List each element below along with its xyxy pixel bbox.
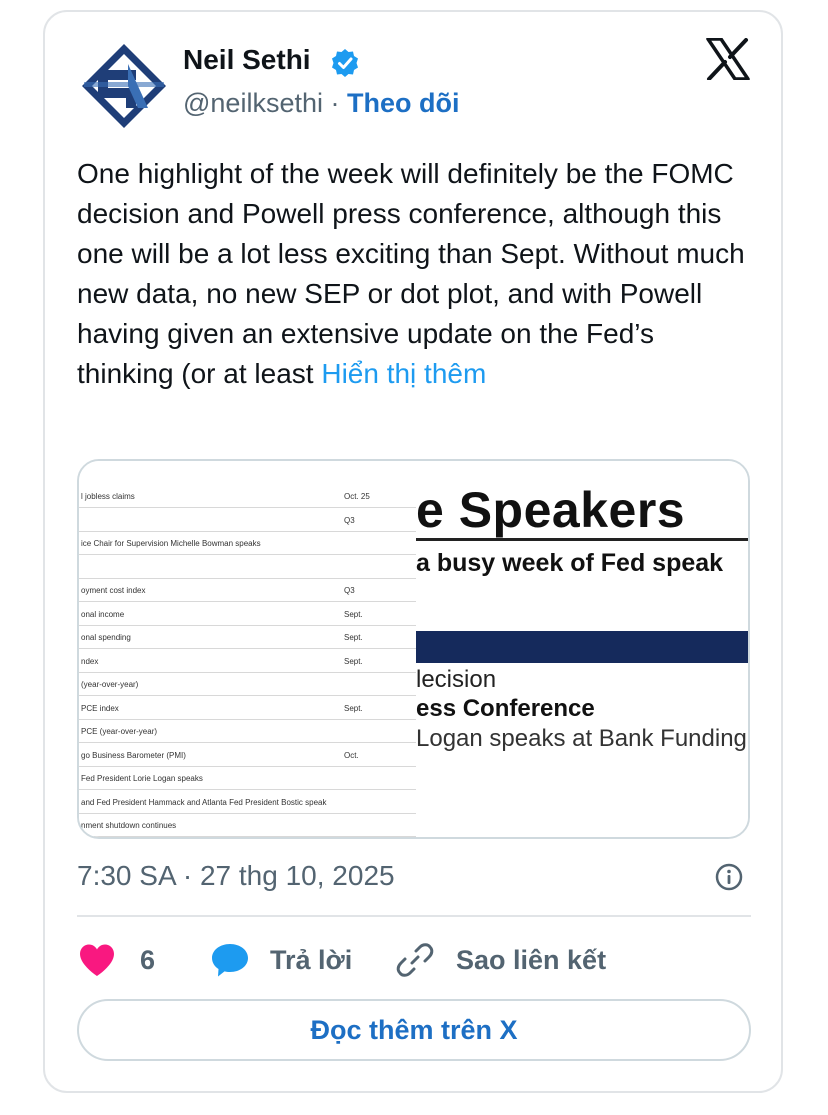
verified-badge-icon — [332, 49, 358, 77]
table-cell-period: Oct. 25 — [344, 492, 370, 501]
table-row: onal income Sept. — [79, 603, 416, 626]
info-icon[interactable] — [714, 862, 744, 892]
tweet-timestamp[interactable]: 7:30 SA · 27 thg 10, 2025 — [77, 860, 395, 892]
table-row: PCE (year-over-year) — [79, 720, 416, 743]
table-cell-event: and Fed President Hammack and Atlanta Fe… — [81, 797, 327, 807]
handle-separator: · — [330, 88, 340, 118]
event-logan-speaks: Logan speaks at Bank Funding Co — [416, 725, 748, 752]
tweet-image[interactable]: l jobless claims Oct. 25 Q3 ice Chair for S… — [77, 459, 750, 839]
table-cell-period: Q3 — [344, 586, 355, 595]
table-row: go Business Barometer (PMI) Oct. — [79, 744, 416, 767]
table-cell-event: ndex — [81, 656, 99, 666]
title-rule — [416, 538, 748, 541]
event-press-conference: ess Conference — [416, 695, 595, 722]
event-decision: lecision — [416, 666, 497, 693]
table-cell-event: onal income — [81, 609, 125, 619]
header-bar — [416, 631, 748, 663]
author-avatar[interactable] — [78, 40, 170, 132]
reply-button[interactable]: Trả lời — [210, 940, 352, 980]
calendar-table: l jobless claims Oct. 25 Q3 ice Chair for S… — [79, 461, 416, 837]
table-cell-event: PCE (year-over-year) — [81, 727, 158, 736]
x-logo-icon[interactable] — [706, 38, 750, 80]
sa-logo-icon — [82, 44, 166, 128]
table-row: l jobless claims Oct. 25 — [79, 485, 416, 508]
table-cell-period: Oct. — [344, 750, 359, 760]
author-handle[interactable]: @neilksethi — [183, 88, 323, 118]
author-name[interactable]: Neil Sethi — [183, 44, 311, 76]
show-more-link[interactable]: Hiển thị thêm — [321, 358, 486, 389]
table-cell-period: Sept. — [344, 703, 363, 713]
table-cell-period: Q3 — [344, 515, 355, 525]
copy-link-button[interactable]: Sao liên kết — [396, 940, 606, 980]
table-row: ndex Sept. — [79, 650, 416, 673]
table-cell-event: onal spending — [81, 633, 131, 642]
speakers-subtitle: a busy week of Fed speak — [416, 549, 724, 577]
like-count: 6 — [140, 944, 156, 975]
table-cell-event: (year-over-year) — [81, 680, 139, 689]
table-row — [79, 556, 416, 579]
table-row: nment shutdown continues — [79, 814, 416, 837]
table-row: and Fed President Hammack and Atlanta Fe… — [79, 791, 416, 814]
table-row: Q3 — [79, 509, 416, 532]
tweet-text: One highlight of the week will definitel… — [77, 154, 757, 394]
table-cell-event: nment shutdown continues — [81, 821, 177, 830]
speakers-panel: e Speakers a busy week of Fed speak leci… — [416, 461, 748, 837]
table-cell-period: Sept. — [344, 656, 363, 666]
table-cell-event: PCE index — [81, 703, 119, 713]
table-cell-period: Sept. — [344, 633, 363, 642]
table-cell-event: go Business Barometer (PMI) — [81, 750, 186, 760]
table-cell-period: Sept. — [344, 609, 363, 619]
table-row: oyment cost index Q3 — [79, 579, 416, 602]
table-cell-event: oyment cost index — [81, 586, 146, 595]
table-row: onal spending Sept. — [79, 626, 416, 649]
handle-row: @neilksethi · Theo dõi — [183, 88, 460, 119]
read-more-on-x-button[interactable]: Đọc thêm trên X — [77, 999, 751, 1061]
table-row: ice Chair for Supervision Michelle Bowma… — [79, 532, 416, 555]
table-row: PCE index Sept. — [79, 697, 416, 720]
link-icon — [396, 943, 434, 977]
copy-link-label: Sao liên kết — [456, 944, 607, 975]
table-cell-event: Fed President Lorie Logan speaks — [81, 774, 203, 783]
table-cell-event: l jobless claims — [81, 492, 135, 501]
speakers-title: e Speakers — [416, 482, 686, 538]
tweet-body: One highlight of the week will definitel… — [77, 158, 745, 389]
table-cell-event: ice Chair for Supervision Michelle Bowma… — [81, 539, 261, 548]
reply-bubble-icon — [212, 944, 248, 977]
divider — [77, 915, 751, 917]
reply-label: Trả lời — [270, 944, 353, 975]
heart-icon — [80, 944, 114, 976]
table-row: Fed President Lorie Logan speaks — [79, 767, 416, 790]
table-row: (year-over-year) — [79, 673, 416, 696]
follow-link[interactable]: Theo dõi — [347, 88, 459, 118]
like-button[interactable]: 6 — [78, 940, 155, 980]
